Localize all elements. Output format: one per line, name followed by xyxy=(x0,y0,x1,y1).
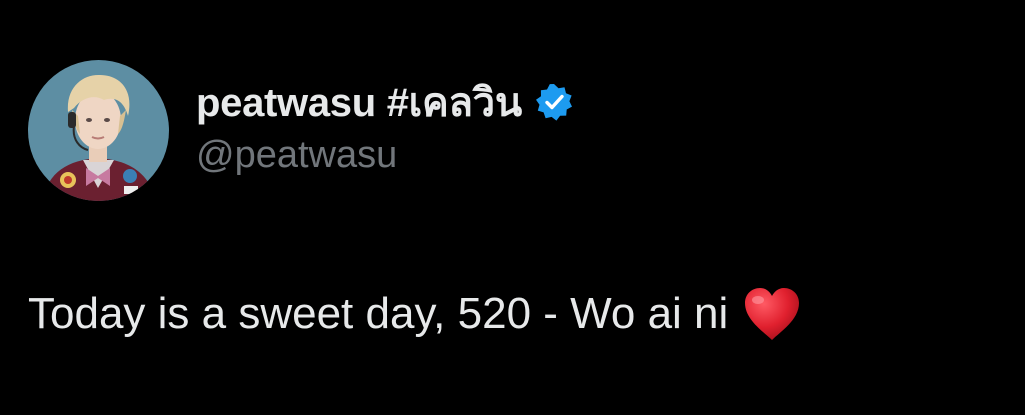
tweet-text: Today is a sweet day, 520 - Wo ai ni xyxy=(28,289,729,338)
tweet-header: peatwasu #เคลวิน @peatwasu xyxy=(196,76,574,177)
tweet[interactable]: peatwasu #เคลวิน @peatwasu Today is a sw… xyxy=(0,0,1025,415)
avatar-image xyxy=(28,60,169,201)
author-handle[interactable]: @peatwasu xyxy=(196,134,574,177)
author-display-name[interactable]: peatwasu #เคลวิน xyxy=(196,70,522,134)
heart-emoji-icon xyxy=(742,286,802,342)
author-avatar[interactable] xyxy=(28,60,169,201)
tweet-body: Today is a sweet day, 520 - Wo ai ni xyxy=(28,286,802,342)
author-name-row: peatwasu #เคลวิน xyxy=(196,76,574,128)
verified-badge-icon[interactable] xyxy=(534,82,574,122)
